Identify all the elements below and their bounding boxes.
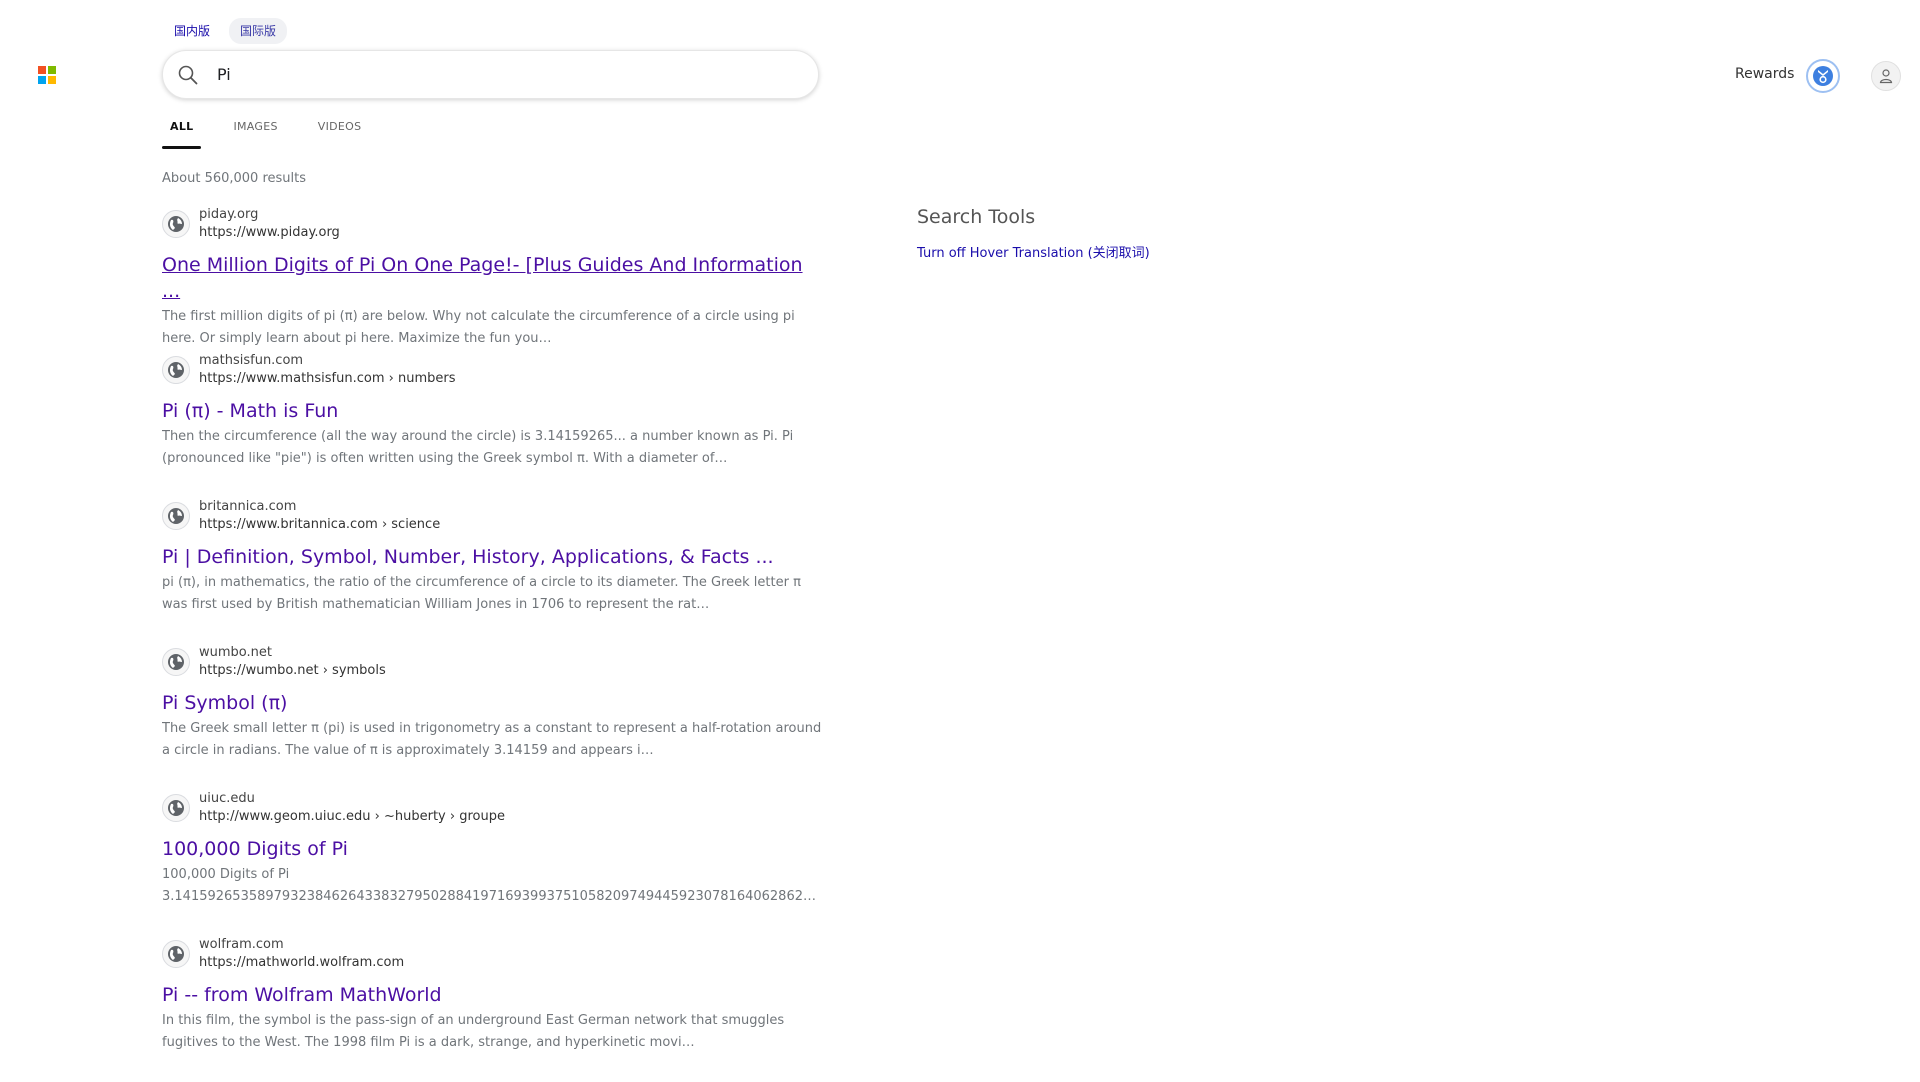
logo-square-green (48, 66, 56, 74)
scope-tabs: ALL IMAGES VIDEOS (162, 118, 393, 149)
globe-icon (162, 794, 190, 822)
results-count: About 560,000 results (162, 171, 307, 186)
result-url[interactable]: http://www.geom.uiuc.edu › ~huberty › gr… (199, 808, 505, 826)
result-site-name: mathsisfun.com (199, 353, 304, 368)
result-title-link[interactable]: Pi -- from Wolfram MathWorld (162, 982, 822, 1008)
result-snippet: 100,000 Digits of Pi 3.14159265358979323… (162, 867, 816, 904)
globe-icon (162, 502, 190, 530)
globe-icon (162, 210, 190, 238)
microsoft-logo[interactable] (38, 66, 56, 84)
logo-square-blue (38, 76, 46, 84)
tab-images[interactable]: IMAGES (225, 118, 285, 149)
result-snippet: Then the circumference (all the way arou… (162, 429, 794, 466)
results-list: piday.org https://www.piday.org One Mill… (162, 206, 822, 1082)
result-url[interactable]: https://wumbo.net › symbols (199, 662, 386, 680)
result-snippet: The first million digits of pi (π) are b… (162, 309, 795, 346)
result-snippet: In this film, the symbol is the pass-sig… (162, 1013, 785, 1050)
result-title-link[interactable]: Pi (π) - Math is Fun (162, 398, 822, 424)
globe-icon (162, 648, 190, 676)
result-site-name: wolfram.com (199, 937, 284, 952)
result-site-name: uiuc.edu (199, 791, 255, 806)
search-input[interactable] (215, 64, 775, 85)
logo-square-yellow (48, 76, 56, 84)
result-snippet: The Greek small letter π (pi) is used in… (162, 721, 822, 758)
region-tab-domestic[interactable]: 国内版 (163, 18, 221, 44)
search-result: britannica.com https://www.britannica.co… (162, 498, 822, 644)
search-result: uiuc.edu http://www.geom.uiuc.edu › ~hub… (162, 790, 822, 936)
search-icon[interactable] (177, 64, 199, 86)
result-title-link[interactable]: One Million Digits of Pi On One Page!- [… (162, 252, 822, 304)
tab-all[interactable]: ALL (162, 118, 202, 149)
rewards-medal-icon[interactable] (1806, 59, 1840, 93)
search-result: mathsisfun.com https://www.mathsisfun.co… (162, 352, 822, 498)
globe-icon (162, 940, 190, 968)
result-url[interactable]: https://www.mathsisfun.com › numbers (199, 370, 455, 388)
result-title-link[interactable]: 100,000 Digits of Pi (162, 836, 822, 862)
region-tab-international[interactable]: 国际版 (229, 18, 288, 44)
result-site-name: britannica.com (199, 499, 297, 514)
result-url[interactable]: https://www.britannica.com › science (199, 516, 440, 534)
search-tools-heading: Search Tools (917, 206, 1036, 228)
search-result: piday.org https://www.piday.org One Mill… (162, 206, 822, 352)
user-icon[interactable] (1871, 61, 1901, 91)
search-result: wumbo.net https://wumbo.net › symbols Pi… (162, 644, 822, 790)
result-title-link[interactable]: Pi Symbol (π) (162, 690, 822, 716)
search-box[interactable] (162, 50, 819, 99)
result-url[interactable]: https://mathworld.wolfram.com (199, 954, 404, 972)
tab-videos[interactable]: VIDEOS (310, 118, 370, 149)
result-url[interactable]: https://www.piday.org (199, 224, 340, 242)
globe-icon (162, 356, 190, 384)
result-site-name: wumbo.net (199, 645, 272, 660)
search-result: wolfram.com https://mathworld.wolfram.co… (162, 936, 822, 1082)
hover-translation-link[interactable]: Turn off Hover Translation (关闭取词) (917, 242, 1150, 261)
result-title-link[interactable]: Pi | Definition, Symbol, Number, History… (162, 544, 822, 570)
region-tabs: 国内版 国际版 (163, 18, 288, 44)
result-snippet: pi (π), in mathematics, the ratio of the… (162, 575, 801, 612)
logo-square-red (38, 66, 46, 74)
result-site-name: piday.org (199, 207, 259, 222)
rewards-label[interactable]: Rewards (1735, 66, 1794, 82)
